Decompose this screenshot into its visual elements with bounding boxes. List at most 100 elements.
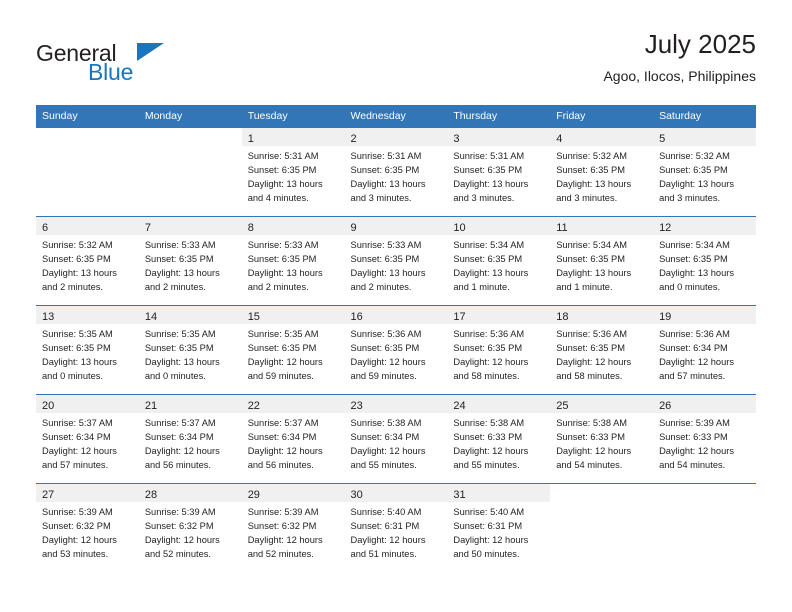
- day-cell[interactable]: 30 Sunrise: 5:40 AM Sunset: 6:31 PM Dayligh…: [344, 483, 448, 572]
- day-cell[interactable]: 25 Sunrise: 5:38 AM Sunset: 6:33 PM Dayligh…: [550, 394, 654, 483]
- calendar-table: Sunday Monday Tuesday Wednesday Thursday…: [36, 105, 756, 572]
- day-cell[interactable]: 24 Sunrise: 5:38 AM Sunset: 6:33 PM Dayligh…: [447, 394, 551, 483]
- day-cell[interactable]: 7 Sunrise: 5:33 AM Sunset: 6:35 PM Daylight…: [138, 216, 242, 305]
- calendar-cell: 29 Sunrise: 5:39 AM Sunset: 6:32 PM Dayligh…: [241, 483, 345, 572]
- daylight-line: Daylight: 12 hours: [556, 357, 632, 367]
- daylight-line-cont: and 53 minutes.: [42, 549, 109, 559]
- sunrise-line: Sunrise: 5:39 AM: [247, 507, 319, 517]
- brand-logo[interactable]: General Blue: [36, 40, 256, 94]
- daylight-line-cont: and 0 minutes.: [144, 371, 206, 381]
- day-number-bar: 5: [653, 128, 756, 146]
- calendar-cell: 6 Sunrise: 5:32 AM Sunset: 6:35 PM Daylight…: [36, 216, 139, 305]
- day-cell[interactable]: 4 Sunrise: 5:32 AM Sunset: 6:35 PM Daylight…: [550, 127, 654, 216]
- daylight-line-cont: and 54 minutes.: [659, 460, 726, 470]
- calendar-cell: 20 Sunrise: 5:37 AM Sunset: 6:34 PM Dayligh…: [36, 394, 139, 483]
- day-cell[interactable]: 16 Sunrise: 5:36 AM Sunset: 6:35 PM Dayligh…: [344, 305, 448, 394]
- daylight-line-cont: and 59 minutes.: [247, 371, 314, 381]
- day-number-bar: 27: [36, 484, 139, 502]
- daylight-line: Daylight: 13 hours: [556, 179, 632, 189]
- day-number: 20: [42, 400, 55, 412]
- day-cell[interactable]: 1 Sunrise: 5:31 AM Sunset: 6:35 PM Daylight…: [241, 127, 345, 216]
- daylight-line-cont: and 1 minute.: [453, 282, 510, 292]
- sunrise-line: Sunrise: 5:35 AM: [247, 329, 319, 339]
- day-cell[interactable]: 15 Sunrise: 5:35 AM Sunset: 6:35 PM Dayligh…: [241, 305, 345, 394]
- weekday-header-thursday: Thursday: [447, 105, 551, 127]
- sunset-line: Sunset: 6:33 PM: [556, 432, 625, 442]
- day-cell[interactable]: 18 Sunrise: 5:36 AM Sunset: 6:35 PM Dayligh…: [550, 305, 654, 394]
- day-cell[interactable]: 21 Sunrise: 5:37 AM Sunset: 6:34 PM Dayligh…: [138, 394, 242, 483]
- day-number-bar: 11: [550, 217, 654, 235]
- day-cell[interactable]: 2 Sunrise: 5:31 AM Sunset: 6:35 PM Daylight…: [344, 127, 448, 216]
- day-cell[interactable]: 22 Sunrise: 5:37 AM Sunset: 6:34 PM Dayligh…: [241, 394, 345, 483]
- day-number: 23: [350, 400, 363, 412]
- sunrise-line: Sunrise: 5:36 AM: [556, 329, 628, 339]
- day-cell[interactable]: 17 Sunrise: 5:36 AM Sunset: 6:35 PM Dayligh…: [447, 305, 551, 394]
- sunset-line: Sunset: 6:35 PM: [659, 254, 728, 264]
- daylight-line-cont: and 56 minutes.: [247, 460, 314, 470]
- calendar-cell: 19 Sunrise: 5:36 AM Sunset: 6:34 PM Dayligh…: [653, 305, 756, 394]
- day-cell-empty: [36, 127, 139, 216]
- day-cell[interactable]: 14 Sunrise: 5:35 AM Sunset: 6:35 PM Dayligh…: [138, 305, 242, 394]
- day-details: Sunrise: 5:34 AM Sunset: 6:35 PM Daylight:…: [447, 235, 550, 294]
- daylight-line-cont: and 2 minutes.: [350, 282, 412, 292]
- daylight-line-cont: and 2 minutes.: [247, 282, 309, 292]
- day-details: Sunrise: 5:31 AM Sunset: 6:35 PM Daylight:…: [242, 146, 345, 205]
- day-cell[interactable]: 26 Sunrise: 5:39 AM Sunset: 6:33 PM Dayligh…: [653, 394, 756, 483]
- daylight-line: Daylight: 12 hours: [350, 357, 426, 367]
- daylight-line: Daylight: 12 hours: [42, 446, 117, 456]
- sunset-line: Sunset: 6:35 PM: [659, 165, 728, 175]
- day-cell[interactable]: 6 Sunrise: 5:32 AM Sunset: 6:35 PM Daylight…: [36, 216, 139, 305]
- day-details: Sunrise: 5:40 AM Sunset: 6:31 PM Daylight:…: [345, 502, 448, 561]
- day-cell[interactable]: 8 Sunrise: 5:33 AM Sunset: 6:35 PM Daylight…: [241, 216, 345, 305]
- day-number: 14: [144, 311, 158, 323]
- calendar-cell: 24 Sunrise: 5:38 AM Sunset: 6:33 PM Dayligh…: [447, 394, 551, 483]
- day-number-bar: 24: [447, 395, 551, 413]
- calendar-week-row: 27 Sunrise: 5:39 AM Sunset: 6:32 PM Dayligh…: [36, 483, 756, 572]
- day-cell[interactable]: 13 Sunrise: 5:35 AM Sunset: 6:35 PM Dayligh…: [36, 305, 139, 394]
- sunrise-line: Sunrise: 5:33 AM: [144, 240, 216, 250]
- day-cell[interactable]: 27 Sunrise: 5:39 AM Sunset: 6:32 PM Dayligh…: [36, 483, 139, 572]
- day-cell[interactable]: 12 Sunrise: 5:34 AM Sunset: 6:35 PM Dayligh…: [653, 216, 756, 305]
- day-number-bar: 3: [447, 128, 551, 146]
- sunrise-line: Sunrise: 5:33 AM: [247, 240, 319, 250]
- day-cell[interactable]: 9 Sunrise: 5:33 AM Sunset: 6:35 PM Daylight…: [344, 216, 448, 305]
- weekday-header-saturday: Saturday: [653, 105, 756, 127]
- sunrise-line: Sunrise: 5:32 AM: [659, 151, 730, 161]
- day-details: Sunrise: 5:36 AM Sunset: 6:34 PM Daylight:…: [653, 324, 756, 383]
- day-number-bar: 2: [344, 128, 448, 146]
- day-cell[interactable]: 11 Sunrise: 5:34 AM Sunset: 6:35 PM Dayligh…: [550, 216, 654, 305]
- day-cell[interactable]: 19 Sunrise: 5:36 AM Sunset: 6:34 PM Dayligh…: [653, 305, 756, 394]
- day-cell[interactable]: 10 Sunrise: 5:34 AM Sunset: 6:35 PM Dayligh…: [447, 216, 551, 305]
- day-cell[interactable]: 3 Sunrise: 5:31 AM Sunset: 6:35 PM Daylight…: [447, 127, 551, 216]
- daylight-line-cont: and 51 minutes.: [350, 549, 417, 559]
- day-details: Sunrise: 5:35 AM Sunset: 6:35 PM Daylight:…: [242, 324, 345, 383]
- calendar-cell: [138, 127, 242, 216]
- calendar-cell: 28 Sunrise: 5:39 AM Sunset: 6:32 PM Dayligh…: [138, 483, 242, 572]
- sunset-line: Sunset: 6:34 PM: [659, 343, 728, 353]
- day-cell[interactable]: 20 Sunrise: 5:37 AM Sunset: 6:34 PM Dayligh…: [36, 394, 139, 483]
- day-cell[interactable]: 28 Sunrise: 5:39 AM Sunset: 6:32 PM Dayligh…: [138, 483, 242, 572]
- sunset-line: Sunset: 6:35 PM: [556, 254, 625, 264]
- day-cell[interactable]: 29 Sunrise: 5:39 AM Sunset: 6:32 PM Dayligh…: [241, 483, 345, 572]
- day-number-bar: 9: [344, 217, 448, 235]
- day-cell[interactable]: 31 Sunrise: 5:40 AM Sunset: 6:31 PM Dayligh…: [447, 483, 551, 572]
- day-number-bar: 7: [138, 217, 242, 235]
- daylight-line: Daylight: 12 hours: [453, 535, 529, 545]
- day-number-bar: 14: [138, 306, 242, 324]
- daylight-line: Daylight: 13 hours: [247, 179, 323, 189]
- calendar-cell: 22 Sunrise: 5:37 AM Sunset: 6:34 PM Dayligh…: [241, 394, 345, 483]
- day-number: 16: [350, 311, 363, 323]
- day-details: Sunrise: 5:36 AM Sunset: 6:35 PM Daylight:…: [447, 324, 550, 383]
- day-cell[interactable]: 5 Sunrise: 5:32 AM Sunset: 6:35 PM Daylight…: [653, 127, 756, 216]
- day-cell[interactable]: 23 Sunrise: 5:38 AM Sunset: 6:34 PM Dayligh…: [344, 394, 448, 483]
- sunset-line: Sunset: 6:35 PM: [350, 254, 420, 264]
- daylight-line-cont: and 0 minutes.: [659, 282, 721, 292]
- daylight-line: Daylight: 13 hours: [350, 268, 426, 278]
- sunset-line: Sunset: 6:32 PM: [42, 521, 111, 531]
- day-number: 27: [42, 489, 55, 501]
- calendar-cell: 26 Sunrise: 5:39 AM Sunset: 6:33 PM Dayligh…: [653, 394, 756, 483]
- day-number: 29: [247, 489, 260, 501]
- sunrise-line: Sunrise: 5:40 AM: [350, 507, 422, 517]
- day-number: 10: [453, 222, 466, 234]
- sunset-line: Sunset: 6:33 PM: [453, 432, 523, 442]
